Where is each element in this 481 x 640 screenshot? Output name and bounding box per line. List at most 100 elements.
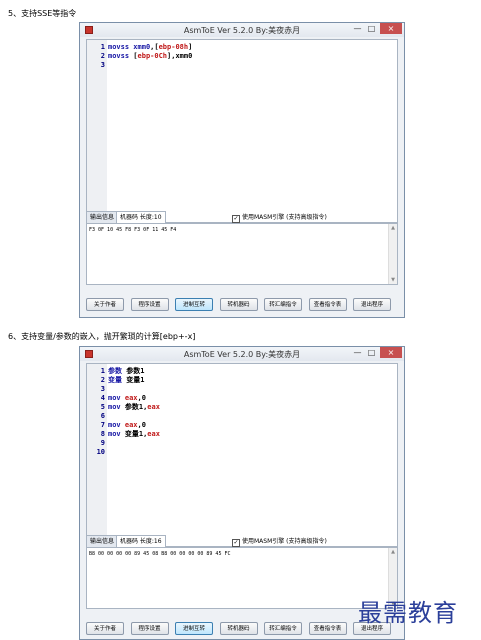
line-number: 3	[100, 385, 105, 393]
scroll-up-icon[interactable]: ▲	[389, 224, 397, 232]
code-text: movss xmm0,[ebp-08h]	[108, 43, 192, 51]
keyword-token: xmm0	[133, 43, 151, 51]
tab-output-info[interactable]: 输出信息	[86, 535, 119, 547]
view-instruction-table-button[interactable]: 查看指令表	[308, 298, 347, 311]
code-line[interactable]: 5 mov 参数1,eax	[87, 403, 160, 412]
line-number: 6	[100, 412, 105, 420]
scrollbar[interactable]: ▲ ▼	[388, 224, 397, 284]
code-line[interactable]: 1 movss xmm0,[ebp-08h]	[87, 43, 193, 52]
button-row: 关于作者 程序设置 进制互转 转机器码 转汇编指令 查看指令表 退出程序	[86, 622, 398, 636]
code-line[interactable]: 3	[87, 385, 108, 394]
machine-code-text: F3 0F 10 45 F8 F3 0F 11 45 F4	[89, 227, 177, 233]
masm-engine-checkbox[interactable]: ✓ 使用MASM引擎 (支持高级指令)	[232, 212, 327, 223]
code-line[interactable]: 2 变量 变量1	[87, 376, 145, 385]
close-button[interactable]: ×	[380, 23, 402, 34]
checkbox-icon[interactable]: ✓	[232, 539, 240, 547]
watermark-logo: 最需教育	[358, 599, 458, 627]
keyword-token: mov	[108, 430, 125, 438]
about-author-button[interactable]: 关于作者	[86, 298, 124, 311]
code-line[interactable]: 2 movss [ebp-0Ch],xmm0	[87, 52, 193, 61]
minimize-button[interactable]: —	[351, 23, 364, 34]
masm-engine-checkbox[interactable]: ✓ 使用MASM引擎 (支持高级指令)	[232, 536, 327, 547]
about-author-button[interactable]: 关于作者	[86, 622, 124, 635]
base-convert-button[interactable]: 进制互转	[175, 298, 213, 311]
minimize-button[interactable]: —	[351, 347, 364, 358]
base-convert-button[interactable]: 进制互转	[175, 622, 213, 635]
code-line[interactable]: 9	[87, 439, 108, 448]
text-token: ,[	[150, 43, 159, 51]
register-token: eax	[147, 430, 160, 438]
line-number: 9	[100, 439, 105, 447]
to-asm-button[interactable]: 转汇编指令	[264, 298, 302, 311]
masm-engine-label: 使用MASM引擎 (支持高级指令)	[242, 538, 327, 545]
scroll-up-icon[interactable]: ▲	[389, 548, 397, 556]
machine-code-text: B8 00 00 00 00 89 45 08 B8 00 00 00 00 8…	[89, 551, 231, 557]
keyword-token: 变量	[108, 376, 127, 384]
button-row: 关于作者 程序设置 进制互转 转机器码 转汇编指令 查看指令表 退出程序	[86, 298, 398, 312]
program-settings-button[interactable]: 程序设置	[130, 622, 169, 635]
register-token: eax	[124, 421, 138, 429]
keyword-token: movss	[108, 52, 134, 60]
program-settings-button[interactable]: 程序设置	[130, 298, 169, 311]
view-instruction-table-button[interactable]: 查看指令表	[308, 622, 347, 635]
code-text: 变量 变量1	[108, 376, 144, 384]
text-token: ,0	[137, 421, 146, 429]
checkbox-icon[interactable]: ✓	[232, 215, 240, 223]
line-number: 5	[100, 403, 105, 411]
register-token: ebp-08h	[158, 43, 189, 51]
text-token: 参数1	[126, 367, 145, 375]
machine-code-output[interactable]: B8 00 00 00 00 89 45 08 B8 00 00 00 00 8…	[86, 547, 398, 609]
code-text: mov 参数1,eax	[108, 403, 160, 411]
line-number: 7	[100, 421, 105, 429]
line-number: 2	[100, 376, 105, 384]
code-line[interactable]: 6	[87, 412, 108, 421]
code-editor[interactable]: 1 参数 参数1 2 变量 变量1 3 4 mov eax,0 5 mov 参数1,eax 6 7 m…	[86, 363, 398, 547]
text-token: 变量1	[126, 376, 145, 384]
line-number: 4	[100, 394, 105, 402]
asmtoe-window-1: AsmToE Ver 5.2.0 By:美夜赤月 — □ × 1 movss xm…	[79, 22, 405, 318]
code-line[interactable]: 10	[87, 448, 108, 457]
keyword-token: mov	[108, 403, 125, 411]
code-line[interactable]: 7 mov eax,0	[87, 421, 146, 430]
register-token: eax	[147, 403, 160, 411]
keyword-token: 参数	[108, 367, 127, 375]
code-text: movss [ebp-0Ch],xmm0	[108, 52, 192, 60]
code-line[interactable]: 3	[87, 61, 108, 70]
line-number: 8	[100, 430, 105, 438]
code-line[interactable]: 8 mov 变量1,eax	[87, 430, 160, 439]
text-token: ,0	[137, 394, 146, 402]
to-asm-button[interactable]: 转汇编指令	[264, 622, 302, 635]
to-machine-code-button[interactable]: 转机器码	[219, 298, 258, 311]
code-text: mov eax,0	[108, 394, 146, 402]
text-token: ]	[188, 43, 193, 51]
maximize-button[interactable]: □	[365, 23, 378, 34]
masm-engine-label: 使用MASM引擎 (支持高级指令)	[242, 214, 327, 221]
title-bar[interactable]: AsmToE Ver 5.2.0 By:美夜赤月 — □ ×	[80, 23, 404, 37]
register-token: ebp-0Ch	[137, 52, 168, 60]
asmtoe-window-2: AsmToE Ver 5.2.0 By:美夜赤月 — □ × 1 参数 参数1 2 变…	[79, 346, 405, 640]
to-machine-code-button[interactable]: 转机器码	[219, 622, 258, 635]
text-token: 参数1,	[124, 403, 148, 411]
code-line[interactable]: 4 mov eax,0	[87, 394, 146, 403]
line-number: 3	[100, 61, 105, 69]
line-number: 10	[96, 448, 105, 456]
line-number: 2	[100, 52, 105, 60]
code-editor[interactable]: 1 movss xmm0,[ebp-08h] 2 movss [ebp-0Ch],xm…	[86, 39, 398, 223]
scroll-down-icon[interactable]: ▼	[389, 276, 397, 284]
code-text: mov eax,0	[108, 421, 146, 429]
keyword-token: mov	[108, 421, 125, 429]
keyword-token: movss	[108, 43, 134, 51]
caption-sse: 5、支持SSE等指令	[8, 9, 77, 18]
line-number: 1	[100, 367, 105, 375]
code-line[interactable]: 1 参数 参数1	[87, 367, 145, 376]
machine-code-output[interactable]: F3 0F 10 45 F8 F3 0F 11 45 F4 ▲ ▼	[86, 223, 398, 285]
maximize-button[interactable]: □	[365, 347, 378, 358]
line-number: 1	[100, 43, 105, 51]
title-bar[interactable]: AsmToE Ver 5.2.0 By:美夜赤月 — □ ×	[80, 347, 404, 361]
exit-button[interactable]: 退出程序	[353, 298, 391, 311]
register-token: eax	[124, 394, 138, 402]
keyword-token: mov	[108, 394, 125, 402]
tab-output-info[interactable]: 输出信息	[86, 211, 119, 223]
close-button[interactable]: ×	[380, 347, 402, 358]
code-text: mov 变量1,eax	[108, 430, 160, 438]
